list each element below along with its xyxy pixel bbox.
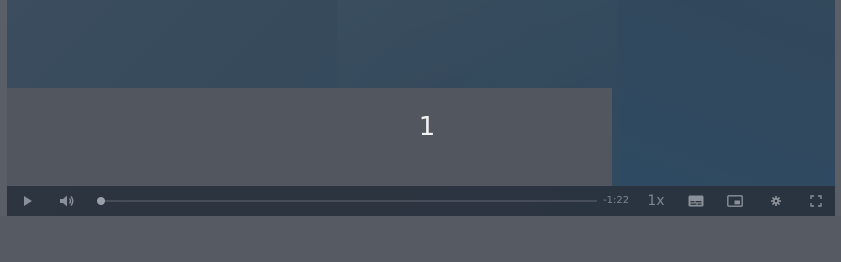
video-player[interactable]: 1 -1:22 1x (7, 0, 835, 216)
fullscreen-icon (810, 195, 822, 207)
fullscreen-button[interactable] (809, 186, 823, 216)
page: 1 -1:22 1x (0, 0, 841, 262)
settings-button[interactable] (769, 186, 783, 216)
caption-text: 1 (418, 112, 436, 142)
control-bar: -1:22 1x (7, 186, 835, 216)
video-shade-right (619, 0, 835, 186)
captions-button[interactable] (687, 186, 705, 216)
playback-rate-button[interactable]: 1x (644, 186, 668, 216)
play-icon (24, 196, 32, 206)
play-button[interactable] (19, 186, 37, 216)
volume-icon (60, 195, 74, 207)
progress-handle[interactable] (97, 197, 105, 205)
page-below-player (0, 216, 841, 262)
volume-button[interactable] (57, 186, 77, 216)
captions-icon (688, 195, 704, 207)
picture-in-picture-icon (727, 195, 743, 207)
gear-icon (771, 196, 781, 206)
time-remaining: -1:22 (603, 195, 630, 206)
video-shade (337, 0, 617, 90)
progress-bar[interactable] (97, 197, 597, 205)
picture-in-picture-button[interactable] (726, 186, 744, 216)
